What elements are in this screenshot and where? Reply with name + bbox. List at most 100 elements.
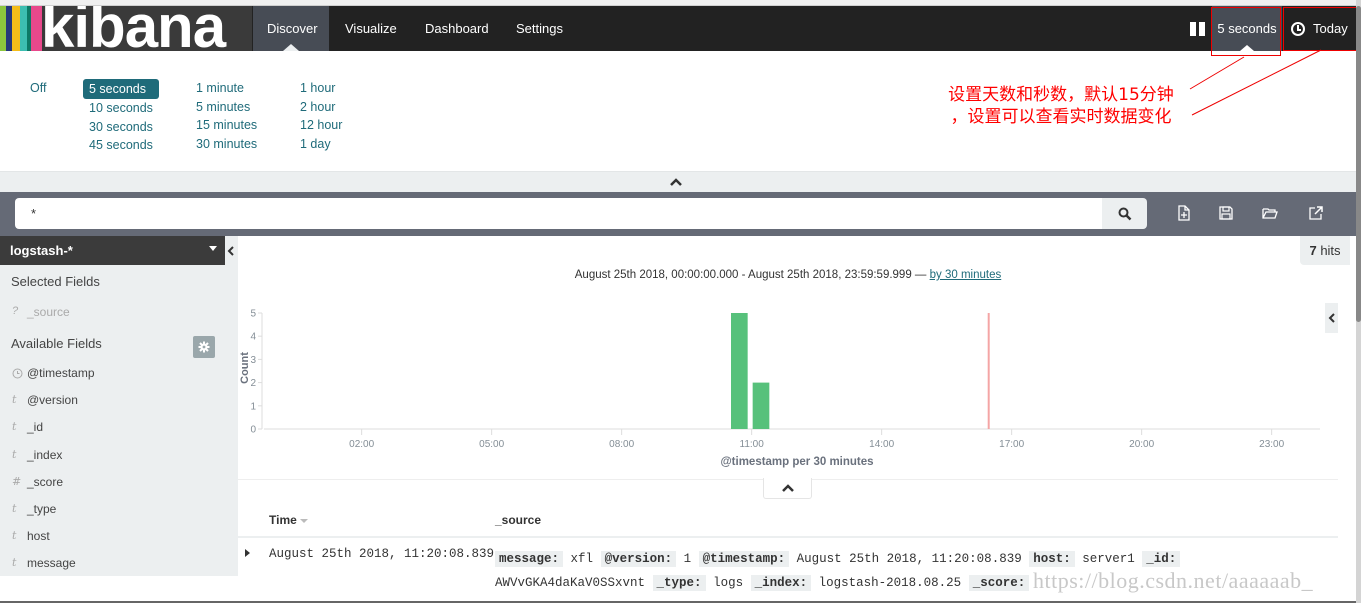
nav-tab-dashboard[interactable]: Dashboard	[411, 6, 503, 51]
refresh-option[interactable]: 1 day	[294, 135, 348, 154]
field-item-type[interactable]: t _type	[0, 502, 238, 529]
open-folder-icon[interactable]	[1261, 204, 1279, 222]
caret-down-icon	[209, 246, 217, 251]
refresh-option[interactable]: 30 minutes	[190, 135, 263, 154]
field-item-message[interactable]: t message	[0, 556, 238, 583]
interval-link[interactable]: by 30 minutes	[930, 269, 1002, 281]
nav-tab-discover[interactable]: Discover	[253, 6, 329, 51]
source-key: _score:	[968, 575, 1030, 591]
number-type-icon: #	[12, 474, 22, 488]
annotation-line-2: ，设置可以查看实时数据变化	[950, 107, 1172, 127]
logo-stripe	[20, 6, 27, 51]
annotation-line-1: 设置天数和秒数，默认15分钟	[948, 85, 1174, 105]
source-key: _index:	[750, 575, 812, 591]
source-value: logs	[713, 576, 744, 590]
refresh-option[interactable]: 45 seconds	[83, 136, 159, 155]
refresh-option[interactable]: Off	[24, 79, 52, 98]
search-icon	[1118, 207, 1132, 221]
timepicker-label: Today	[1313, 21, 1348, 36]
search-input[interactable]	[15, 198, 1102, 229]
chevron-up-icon[interactable]	[670, 177, 682, 187]
watermark: https://blog.csdn.net/aaaaaab_	[1033, 568, 1314, 593]
scrollbar-thumb[interactable]	[1356, 6, 1361, 322]
logo-stripe	[12, 6, 20, 51]
save-icon[interactable]	[1217, 204, 1235, 222]
pause-icon[interactable]	[1190, 22, 1206, 36]
annotation-text: 设置天数和秒数，默认15分钟 ，设置可以查看实时数据变化	[926, 84, 1196, 128]
source-key: _type:	[652, 575, 706, 591]
field-item-host[interactable]: t host	[0, 529, 238, 556]
refresh-option[interactable]: 2 hour	[294, 98, 348, 117]
refresh-option[interactable]: 1 hour	[294, 79, 348, 98]
field-name: _type	[27, 502, 57, 516]
refresh-option[interactable]: 5 minutes	[190, 98, 263, 117]
y-tick-label: 3	[250, 355, 256, 366]
histogram-chart: 0 1 2 3 4 5 02:00 05:00 08:00 11:00 14:00 17:00 20:0…	[239, 309, 1320, 468]
string-type-icon: t	[12, 502, 17, 515]
hits-number: 7	[1309, 243, 1317, 258]
column-header-label: Time	[269, 513, 297, 527]
field-item-score[interactable]: # _score	[0, 475, 238, 502]
new-document-icon[interactable]	[1175, 204, 1193, 222]
source-key: message:	[495, 551, 564, 567]
refresh-option[interactable]: 30 seconds	[83, 118, 159, 137]
field-item-version[interactable]: t @version	[0, 393, 238, 420]
string-type-icon: t	[12, 393, 17, 407]
field-item-timestamp[interactable]: @timestamp	[0, 366, 238, 393]
selected-field-source[interactable]: ? _source	[0, 305, 238, 332]
string-type-icon: t	[12, 556, 17, 570]
refresh-option[interactable]: 12 hour	[294, 116, 348, 135]
index-pattern-select[interactable]: logstash-*	[0, 236, 225, 265]
field-name: _score	[27, 474, 64, 489]
field-name: @timestamp	[27, 366, 95, 380]
field-name: message	[27, 556, 76, 571]
refresh-option[interactable]: 15 minutes	[190, 116, 263, 135]
source-key: _id:	[1142, 551, 1181, 567]
column-header-time[interactable]: Time	[269, 513, 309, 527]
share-icon[interactable]	[1307, 204, 1325, 222]
x-tick-label: 08:00	[609, 439, 634, 450]
available-fields-title: Available Fields	[11, 336, 102, 351]
x-tick-label: 23:00	[1259, 439, 1284, 450]
sort-caret-icon[interactable]	[300, 518, 309, 524]
timepicker-button[interactable]: Today	[1284, 6, 1356, 51]
x-tick-label: 20:00	[1129, 439, 1154, 450]
field-name: @version	[27, 393, 78, 408]
expand-row-icon[interactable]	[245, 549, 250, 557]
string-type-icon: t	[12, 447, 17, 461]
selected-fields-title: Selected Fields	[11, 274, 100, 289]
nav-tab-visualize[interactable]: Visualize	[331, 6, 411, 51]
source-value: AWVvGKA4daKaV0SSxvnt	[495, 576, 646, 590]
source-value: logstash-2018.08.25	[818, 576, 962, 590]
x-tick-label: 11:00	[740, 439, 765, 450]
y-axis-label: Count	[239, 352, 251, 384]
nav-tab-settings[interactable]: Settings	[502, 6, 577, 51]
field-item-index[interactable]: t _index	[0, 448, 238, 475]
doc-table-collapse-button[interactable]	[763, 478, 812, 499]
hits-count: 7 hits	[1300, 236, 1350, 265]
sidebar-collapse-button[interactable]	[225, 236, 238, 265]
field-name: _source	[27, 305, 70, 319]
histogram-bar	[731, 313, 748, 429]
gear-icon	[198, 341, 210, 353]
refresh-option[interactable]: 5 seconds	[83, 79, 159, 99]
refresh-interval-label: 5 seconds	[1217, 21, 1277, 36]
field-item-id[interactable]: t _id	[0, 420, 238, 447]
refresh-option[interactable]: 10 seconds	[83, 99, 159, 118]
doc-time-cell: August 25th 2018, 11:20:08.839	[269, 547, 495, 561]
x-axis-label: @timestamp per 30 minutes	[720, 456, 873, 468]
y-tick-label: 0	[250, 425, 256, 436]
page-scrollbar[interactable]	[1356, 0, 1361, 603]
refresh-interval-button[interactable]: 5 seconds	[1212, 6, 1282, 51]
field-settings-button[interactable]	[193, 336, 215, 358]
y-tick-label: 4	[250, 332, 256, 343]
source-value: 1	[683, 552, 692, 566]
search-button[interactable]	[1102, 198, 1147, 229]
active-tab-caret	[283, 44, 299, 51]
refresh-option[interactable]: 1 minute	[190, 79, 263, 98]
string-type-icon: t	[12, 529, 17, 543]
logo-text: kibana	[41, 6, 226, 51]
field-name: _id	[27, 420, 44, 435]
kibana-logo[interactable]: kibana	[0, 6, 252, 51]
y-tick-label: 5	[250, 309, 256, 320]
